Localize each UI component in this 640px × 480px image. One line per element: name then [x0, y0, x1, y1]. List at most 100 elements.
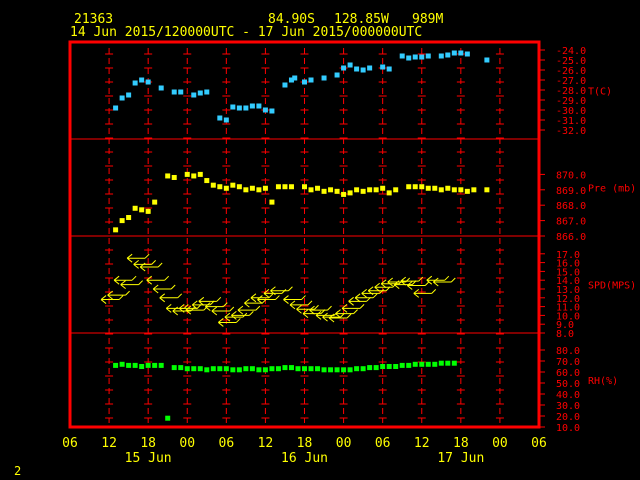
data-point: [282, 184, 288, 190]
data-point: [275, 366, 281, 372]
data-point: [393, 187, 399, 193]
data-point: [119, 361, 125, 367]
data-point: [347, 367, 353, 373]
wind-barb: [204, 302, 228, 311]
wind-barb: [341, 303, 365, 313]
data-point: [262, 185, 268, 191]
date-label: 16 Jun: [281, 451, 328, 466]
data-point: [139, 364, 145, 369]
x-tick-label: 06: [531, 436, 547, 451]
data-point: [145, 362, 151, 368]
data-point: [243, 187, 249, 193]
wind-barb-line: [159, 293, 183, 303]
data-point: [269, 199, 275, 205]
wind-barb-line: [309, 305, 332, 315]
wind-barb-line: [146, 275, 170, 285]
data-point: [191, 173, 197, 179]
data-point: [288, 365, 294, 371]
data-point: [256, 103, 262, 109]
y-tick-label: 30.0: [556, 401, 580, 412]
data-point: [484, 187, 490, 193]
data-point: [360, 67, 366, 73]
data-point: [386, 66, 392, 72]
wind-barb: [146, 275, 170, 285]
data-point: [302, 366, 307, 372]
data-point: [275, 184, 281, 190]
data-point: [367, 187, 373, 193]
wind-barb: [231, 311, 254, 320]
wind-barb: [289, 300, 313, 310]
wind-barb: [309, 305, 332, 315]
data-point: [171, 89, 177, 95]
data-point: [262, 107, 268, 113]
data-point: [269, 366, 275, 372]
x-tick-label: 12: [101, 436, 117, 451]
data-point: [341, 191, 347, 197]
data-point: [386, 190, 392, 196]
data-point: [432, 185, 438, 191]
wind-barb-line: [289, 300, 313, 310]
data-point: [438, 53, 444, 59]
data-point: [243, 366, 249, 372]
data-point: [217, 115, 223, 121]
data-point: [321, 367, 327, 373]
panel-label: T(C): [588, 87, 612, 98]
wind-barb: [426, 275, 450, 285]
wind-barb-line: [341, 303, 365, 313]
data-point: [445, 185, 451, 191]
data-point: [204, 89, 210, 95]
wind-barb: [185, 305, 209, 315]
wind-barb: [107, 290, 130, 300]
page-number: 2: [14, 464, 22, 478]
y-tick-label: 866.0: [556, 232, 586, 243]
data-point: [191, 92, 197, 98]
wind-barb-line: [432, 277, 456, 287]
wind-barb: [224, 312, 248, 322]
data-point: [165, 415, 171, 421]
data-point: [256, 187, 262, 193]
wind-barb-line: [354, 293, 378, 303]
data-point: [113, 227, 119, 233]
data-point: [184, 366, 190, 372]
data-point: [126, 362, 132, 368]
data-point: [197, 171, 203, 177]
data-point: [197, 90, 203, 96]
data-point: [165, 173, 171, 179]
data-point: [262, 367, 268, 373]
data-point: [236, 184, 242, 190]
data-point: [321, 188, 327, 194]
date-label: 15 Jun: [125, 451, 172, 466]
data-point: [341, 367, 347, 373]
data-point: [419, 54, 425, 60]
data-point: [334, 72, 340, 78]
y-tick-label: 868.0: [556, 201, 586, 212]
data-point: [360, 366, 366, 372]
data-point: [451, 360, 457, 366]
data-point: [236, 105, 242, 111]
data-point: [158, 362, 164, 368]
data-point: [132, 205, 138, 211]
data-point: [152, 362, 158, 368]
data-point: [373, 365, 379, 371]
data-point: [217, 184, 223, 190]
wind-barb: [152, 284, 176, 294]
data-point: [380, 364, 386, 369]
data-point: [256, 367, 262, 373]
wind-barb-line: [211, 306, 235, 316]
x-tick-label: 18: [453, 436, 469, 451]
wind-barb-line: [113, 275, 137, 285]
data-point: [210, 182, 216, 188]
data-point: [354, 366, 360, 372]
data-point: [328, 367, 334, 373]
data-point: [393, 364, 399, 369]
wind-barb: [237, 305, 261, 315]
data-point: [139, 77, 145, 83]
data-point: [145, 79, 151, 85]
x-tick-label: 06: [219, 436, 235, 451]
meteogram-chart: 06 12 18 00 06 12 18 00 06 12 18 00 06 15 Jun 16 Jun 17…: [62, 40, 636, 466]
data-point: [464, 188, 470, 194]
wind-barb-line: [426, 275, 450, 285]
x-tick-label: 00: [179, 436, 195, 451]
y-tick-label: 870.0: [556, 170, 586, 181]
data-point: [171, 174, 177, 180]
